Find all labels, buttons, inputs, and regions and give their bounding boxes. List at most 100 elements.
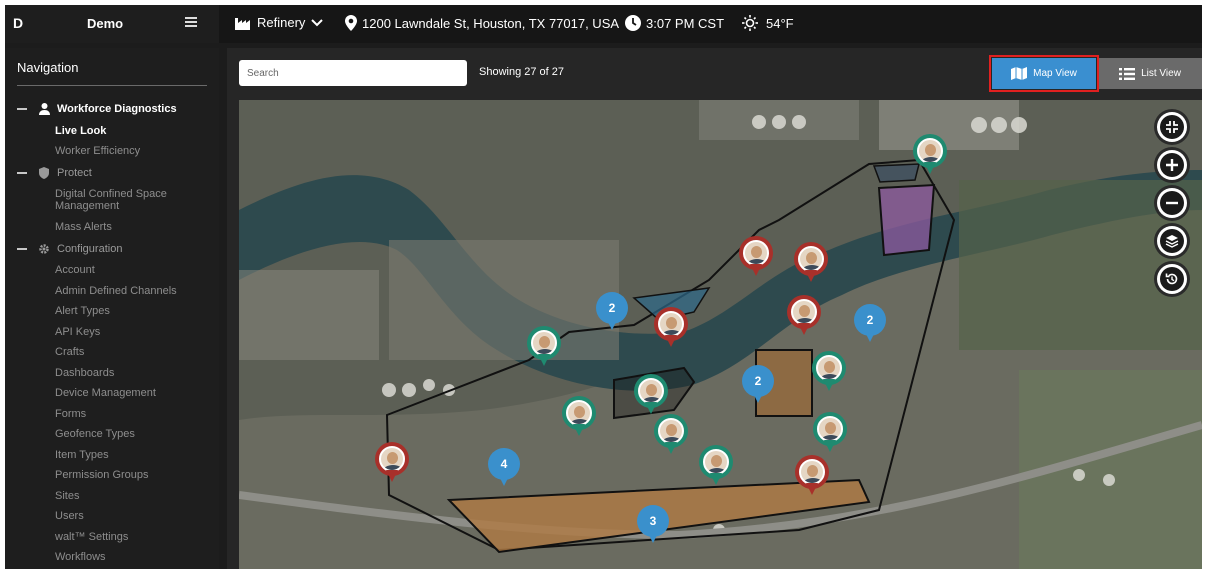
brand-logo: D: [13, 15, 24, 31]
nav-item-permission-groups[interactable]: Permission Groups: [55, 469, 149, 481]
map-view-button[interactable]: Map View: [989, 55, 1099, 92]
worker-pin[interactable]: [812, 351, 846, 393]
worker-pin[interactable]: [634, 374, 668, 416]
nav-section-configuration[interactable]: Configuration: [17, 243, 122, 255]
exit-fullscreen-button[interactable]: [1157, 112, 1187, 142]
menu-icon[interactable]: [185, 17, 197, 27]
worker-avatar: [658, 311, 684, 337]
worker-avatar: [798, 246, 824, 272]
site-name: Refinery: [257, 15, 306, 30]
worker-pin[interactable]: [654, 414, 688, 456]
nav-item-forms[interactable]: Forms: [55, 408, 86, 420]
worker-cluster[interactable]: 2: [596, 292, 628, 332]
worker-cluster[interactable]: 4: [488, 448, 520, 488]
worker-pin[interactable]: [813, 412, 847, 454]
nav-section-workforce-diagnostics[interactable]: Workforce Diagnostics: [17, 103, 177, 115]
worker-avatar: [703, 449, 729, 475]
fullscreen-exit-icon: [1166, 121, 1178, 133]
nav-item-item-types[interactable]: Item Types: [55, 449, 109, 461]
worker-pin[interactable]: [913, 134, 947, 176]
site-time: 3:07 PM CST: [625, 15, 724, 31]
worker-avatar: [799, 459, 825, 485]
worker-avatar: [743, 240, 769, 266]
nav-item-crafts[interactable]: Crafts: [55, 346, 84, 358]
layers-button[interactable]: [1157, 226, 1187, 256]
worker-avatar: [531, 330, 557, 356]
collapse-icon: [17, 108, 27, 110]
worker-avatar: [379, 446, 405, 472]
nav-item-sites[interactable]: Sites: [55, 490, 79, 502]
map-icon: [1011, 67, 1028, 80]
app-window: D Demo Refinery 1200 Lawndale St, Housto…: [5, 5, 1202, 569]
zoom-out-icon: [1166, 201, 1178, 205]
worker-pin[interactable]: [527, 326, 561, 368]
zoom-in-button[interactable]: [1157, 150, 1187, 180]
worker-avatar: [658, 418, 684, 444]
site-weather: 54°F: [740, 15, 794, 31]
nav-item-walt-settings[interactable]: walt™ Settings: [55, 531, 128, 543]
worker-pin-alert[interactable]: [795, 455, 829, 497]
nav-section-label: Protect: [57, 167, 92, 179]
worker-cluster[interactable]: 2: [854, 304, 886, 344]
top-bar: D Demo Refinery 1200 Lawndale St, Housto…: [5, 5, 1202, 43]
nav-section-label: Configuration: [57, 243, 123, 255]
worker-avatar: [566, 400, 592, 426]
worker-pin[interactable]: [699, 445, 733, 487]
person-icon: [37, 103, 51, 115]
nav-item-users[interactable]: Users: [55, 510, 84, 522]
nav-item-admin-defined-channels[interactable]: Admin Defined Channels: [55, 285, 177, 297]
worker-pin-alert[interactable]: [654, 307, 688, 349]
collapse-icon: [17, 172, 27, 174]
nav-section-protect[interactable]: Protect: [17, 167, 92, 179]
nav-item-alert-types[interactable]: Alert Types: [55, 305, 110, 317]
nav-title: Navigation: [17, 60, 79, 75]
history-icon: [1165, 273, 1178, 285]
worker-cluster[interactable]: 2: [742, 365, 774, 405]
worker-pin[interactable]: [562, 396, 596, 438]
layers-icon: [1165, 235, 1179, 248]
nav-item-dashboards[interactable]: Dashboards: [55, 367, 114, 379]
brand-name: Demo: [87, 16, 124, 31]
zoom-out-button[interactable]: [1157, 188, 1187, 218]
time-text: 3:07 PM CST: [646, 15, 725, 31]
map-view-label: Map View: [1033, 68, 1077, 79]
main-content: Showing 27 of 27 Map View List View: [227, 48, 1202, 569]
clock-icon: [625, 15, 641, 31]
nav-item-device-management[interactable]: Device Management: [55, 387, 156, 399]
worker-avatar: [817, 416, 843, 442]
nav-section-label: Workforce Diagnostics: [57, 103, 177, 115]
nav-item-digital-confined-space[interactable]: Digital Confined Space Management: [55, 188, 205, 212]
history-button[interactable]: [1157, 264, 1187, 294]
list-icon: [1119, 67, 1136, 80]
nav-item-api-keys[interactable]: API Keys: [55, 326, 100, 338]
satellite-map[interactable]: 2 2 2 4 3: [239, 100, 1202, 569]
nav-item-workflows[interactable]: Workflows: [55, 551, 106, 563]
nav-item-account[interactable]: Account: [55, 264, 95, 276]
collapse-icon: [17, 248, 27, 250]
search-input[interactable]: [239, 60, 467, 86]
list-view-button[interactable]: List View: [1098, 58, 1202, 89]
worker-cluster[interactable]: 3: [637, 505, 669, 545]
zoom-in-icon: [1166, 159, 1178, 171]
chevron-down-icon: [311, 18, 324, 26]
site-selector[interactable]: Refinery: [235, 15, 324, 30]
factory-icon: [235, 17, 250, 30]
site-address: 1200 Lawndale St, Houston, TX 77017, USA: [345, 15, 619, 31]
worker-avatar: [791, 299, 817, 325]
sidebar: Navigation Workforce Diagnostics Live Lo…: [5, 48, 219, 569]
worker-pin-alert[interactable]: [739, 236, 773, 278]
nav-item-live-look[interactable]: Live Look: [55, 125, 106, 137]
sun-icon: [742, 15, 758, 31]
worker-pin-alert[interactable]: [794, 242, 828, 284]
nav-item-worker-efficiency[interactable]: Worker Efficiency: [55, 145, 140, 157]
shield-icon: [37, 167, 51, 179]
worker-avatar: [816, 355, 842, 381]
nav-item-mass-alerts[interactable]: Mass Alerts: [55, 221, 112, 233]
worker-pin-alert[interactable]: [787, 295, 821, 337]
worker-pin-alert[interactable]: [375, 442, 409, 484]
address-text: 1200 Lawndale St, Houston, TX 77017, USA: [362, 15, 620, 31]
worker-avatar: [638, 378, 664, 404]
nav-item-geofence-types[interactable]: Geofence Types: [55, 428, 135, 440]
worker-avatar: [917, 138, 943, 164]
location-pin-icon: [345, 15, 357, 31]
